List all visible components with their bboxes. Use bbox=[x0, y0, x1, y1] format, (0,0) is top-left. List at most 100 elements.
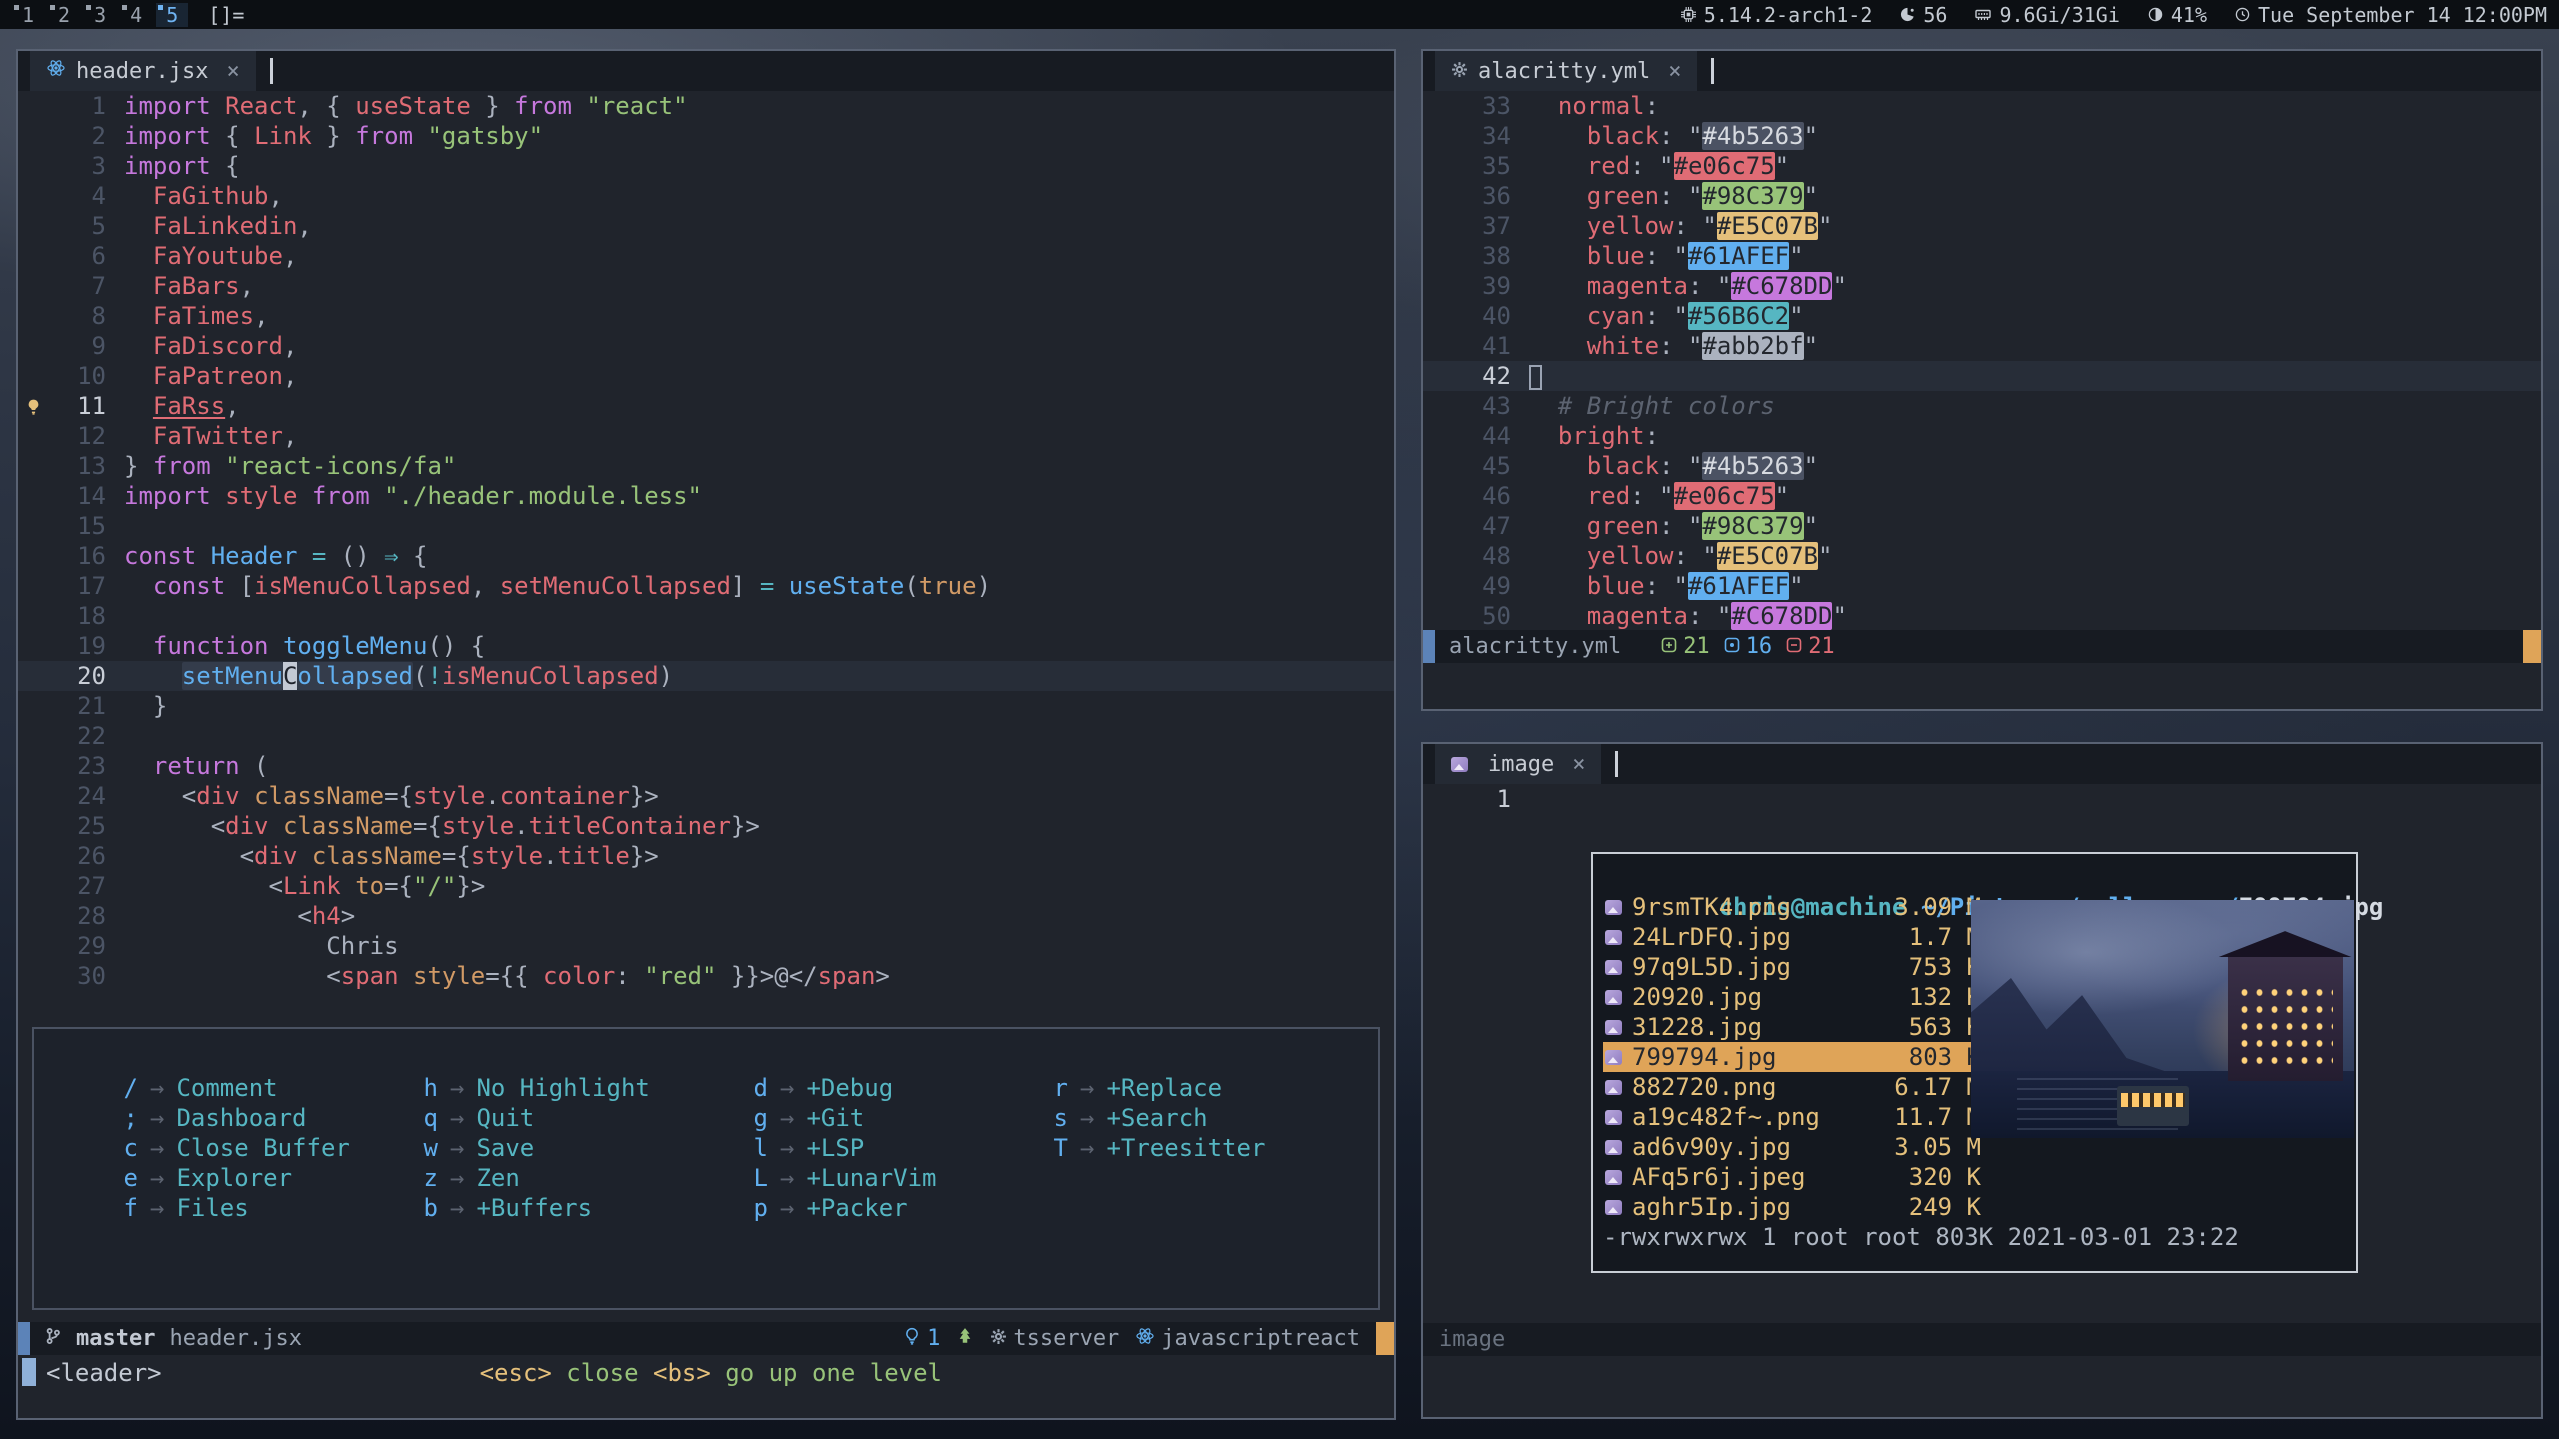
code-line[interactable]: 33 normal: bbox=[1423, 91, 2541, 121]
wkarr: → bbox=[138, 1103, 176, 1133]
line-number: 20 bbox=[48, 661, 106, 691]
code-line[interactable]: 48 yellow: "#E5C07B" bbox=[1423, 541, 2541, 571]
code-line[interactable]: 40 cyan: "#56B6C2" bbox=[1423, 301, 2541, 331]
file-row: AFq5r6j.jpeg 320 K bbox=[1603, 1162, 1981, 1192]
sign-column bbox=[1423, 391, 1453, 421]
wkarr: → bbox=[768, 1163, 806, 1193]
statusline: master header.jsx 1 tsserver javascriptr… bbox=[18, 1322, 1394, 1355]
code-line[interactable]: 9 FaDiscord, bbox=[18, 331, 1394, 361]
line-number: 8 bbox=[48, 301, 106, 331]
lightbulb-icon bbox=[903, 1326, 921, 1352]
line-number: 44 bbox=[1453, 421, 1511, 451]
code-line[interactable]: 5 FaLinkedin, bbox=[18, 211, 1394, 241]
code-line[interactable]: 43 # Bright colors bbox=[1423, 391, 2541, 421]
code-line[interactable]: 26 <div className={style.title}> bbox=[18, 841, 1394, 871]
code-line[interactable]: 38 blue: "#61AFEF" bbox=[1423, 241, 2541, 271]
code-text: Chris bbox=[124, 931, 399, 961]
line-number: 37 bbox=[1453, 211, 1511, 241]
code-line[interactable]: 3import { bbox=[18, 151, 1394, 181]
code-line[interactable]: 42 bbox=[1423, 361, 2541, 391]
code-line[interactable]: 22 bbox=[18, 721, 1394, 751]
lsp-server: tsserver bbox=[990, 1326, 1119, 1351]
sign-column bbox=[1423, 511, 1453, 541]
code-line[interactable]: 18 bbox=[18, 601, 1394, 631]
sign-column bbox=[18, 331, 48, 361]
code-line[interactable]: 35 red: "#e06c75" bbox=[1423, 151, 2541, 181]
file-size: 803 K bbox=[1880, 1042, 1981, 1072]
code-line[interactable]: 24 <div className={style.container}> bbox=[18, 781, 1394, 811]
cpu-icon bbox=[1681, 3, 1696, 27]
wkarr: → bbox=[768, 1103, 806, 1133]
code-line[interactable]: 29 Chris bbox=[18, 931, 1394, 961]
statusline-filename: alacritty.yml bbox=[1449, 634, 1621, 659]
tab-alacritty-yml[interactable]: alacritty.yml × bbox=[1435, 51, 1697, 91]
wklabel: +Search bbox=[1106, 1103, 1207, 1133]
code-line[interactable]: 45 black: "#4b5263" bbox=[1423, 451, 2541, 481]
code-line[interactable]: 10 FaPatreon, bbox=[18, 361, 1394, 391]
wkarr: → bbox=[768, 1133, 806, 1163]
git-modified-icon bbox=[1724, 634, 1740, 659]
code-text bbox=[1529, 361, 1542, 391]
code-line[interactable]: 25 <div className={style.titleContainer}… bbox=[18, 811, 1394, 841]
code-line[interactable]: 39 magenta: "#C678DD" bbox=[1423, 271, 2541, 301]
tag-number: 1 bbox=[22, 3, 34, 27]
line-number: 40 bbox=[1453, 301, 1511, 331]
sign-column bbox=[18, 451, 48, 481]
code-line[interactable]: 47 green: "#98C379" bbox=[1423, 511, 2541, 541]
sign-column bbox=[1423, 241, 1453, 271]
code-line[interactable]: 1 bbox=[1423, 784, 2541, 814]
code-line[interactable]: 17 const [isMenuCollapsed, setMenuCollap… bbox=[18, 571, 1394, 601]
workspace-tag-4[interactable]: 4 bbox=[120, 3, 152, 27]
image-file-icon bbox=[1605, 1020, 1622, 1035]
code-line[interactable]: 11 FaRss, bbox=[18, 391, 1394, 421]
code-line[interactable]: 44 bright: bbox=[1423, 421, 2541, 451]
code-line[interactable]: 2import { Link } from "gatsby" bbox=[18, 121, 1394, 151]
code-line[interactable]: 1import React, { useState } from "react" bbox=[18, 91, 1394, 121]
code-line[interactable]: 7 FaBars, bbox=[18, 271, 1394, 301]
code-line[interactable]: 37 yellow: "#E5C07B" bbox=[1423, 211, 2541, 241]
file-size: 11.7 M bbox=[1880, 1102, 1981, 1132]
code-line[interactable]: 46 red: "#e06c75" bbox=[1423, 481, 2541, 511]
image-file-icon bbox=[1605, 1110, 1622, 1125]
code-line[interactable]: 12 FaTwitter, bbox=[18, 421, 1394, 451]
tab-header-jsx[interactable]: header.jsx × bbox=[30, 51, 256, 91]
workspace-tag-1[interactable]: 1 bbox=[12, 3, 44, 27]
code-text: FaTwitter, bbox=[124, 421, 297, 451]
code-line[interactable]: 4 FaGithub, bbox=[18, 181, 1394, 211]
wklabel: +Treesitter bbox=[1106, 1133, 1265, 1163]
code-line[interactable]: 13} from "react-icons/fa" bbox=[18, 451, 1394, 481]
code-line[interactable]: 20 setMenuCollapsed(!isMenuCollapsed) bbox=[18, 661, 1394, 691]
code-line[interactable]: 27 <Link to={"/"}> bbox=[18, 871, 1394, 901]
close-icon[interactable]: × bbox=[1572, 752, 1585, 777]
workspace-tag-2[interactable]: 2 bbox=[48, 3, 80, 27]
close-icon[interactable]: × bbox=[226, 59, 239, 84]
sign-column bbox=[18, 421, 48, 451]
line-number: 43 bbox=[1453, 391, 1511, 421]
volume-level: 41% bbox=[2171, 3, 2207, 27]
code-line[interactable]: 30 <span style={{ color: "red" }}>@</spa… bbox=[18, 961, 1394, 991]
line-number: 18 bbox=[48, 601, 106, 631]
wkkey: ; bbox=[122, 1103, 138, 1133]
wkarr: → bbox=[138, 1163, 176, 1193]
code-line[interactable]: 16const Header = () ⇒ { bbox=[18, 541, 1394, 571]
code-line[interactable]: 14import style from "./header.module.les… bbox=[18, 481, 1394, 511]
close-icon[interactable]: × bbox=[1668, 59, 1681, 84]
code-line[interactable]: 6 FaYoutube, bbox=[18, 241, 1394, 271]
workspace-tag-3[interactable]: 3 bbox=[84, 3, 116, 27]
code-text: normal: bbox=[1529, 91, 1659, 121]
code-line[interactable]: 21 } bbox=[18, 691, 1394, 721]
code-line[interactable]: 36 green: "#98C379" bbox=[1423, 181, 2541, 211]
workspace-tag-5[interactable]: 5 bbox=[156, 3, 188, 27]
code-line[interactable]: 49 blue: "#61AFEF" bbox=[1423, 571, 2541, 601]
tabline: image × bbox=[1423, 744, 2541, 784]
code-line[interactable]: 41 white: "#abb2bf" bbox=[1423, 331, 2541, 361]
code-line[interactable]: 34 black: "#4b5263" bbox=[1423, 121, 2541, 151]
code-line[interactable]: 19 function toggleMenu() { bbox=[18, 631, 1394, 661]
code-line[interactable]: 8 FaTimes, bbox=[18, 301, 1394, 331]
tabline-separator bbox=[1711, 58, 1714, 84]
code-line[interactable]: 28 <h4> bbox=[18, 901, 1394, 931]
code-line[interactable]: 23 return ( bbox=[18, 751, 1394, 781]
code-line[interactable]: 15 bbox=[18, 511, 1394, 541]
code-line[interactable]: 50 magenta: "#C678DD" bbox=[1423, 601, 2541, 630]
tab-image[interactable]: image × bbox=[1435, 744, 1601, 784]
